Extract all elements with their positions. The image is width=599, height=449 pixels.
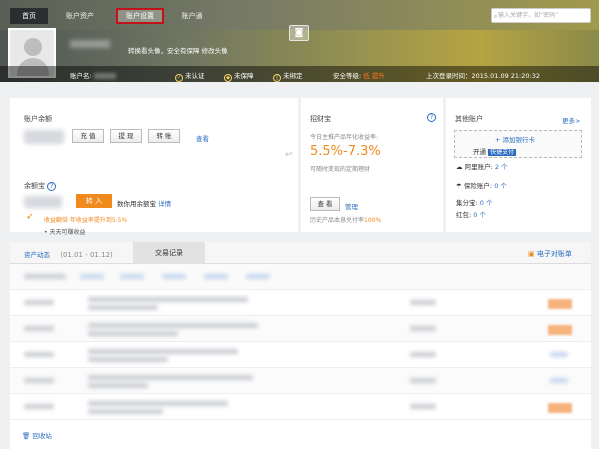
- other-more-link[interactable]: 更多>: [562, 115, 580, 125]
- status-verify[interactable]: ✓ 未认证: [175, 70, 205, 82]
- e-bill-link[interactable]: ▣ 电子对账单: [528, 249, 572, 259]
- withdraw-button[interactable]: 提 现: [110, 129, 142, 143]
- verify-icon: ✓: [175, 74, 183, 82]
- balance-amount-blurred: [24, 130, 64, 144]
- other-item-hongbao: 红包: 0 个: [456, 211, 486, 219]
- help-icon[interactable]: ?: [47, 182, 57, 191]
- zhaocaibao-sub: 今日主推产品年化收益率:: [310, 134, 379, 141]
- umbrella-icon: ☂: [456, 182, 462, 190]
- table-row[interactable]: [10, 368, 591, 394]
- refresh-icon[interactable]: ↩: [285, 150, 293, 160]
- yuebao-title: 余额宝 ?: [24, 181, 57, 191]
- zhaocaibao-manage-link[interactable]: 管理: [345, 201, 358, 211]
- rocket-icon: ➶: [26, 212, 34, 222]
- nav-account-settings[interactable]: 账户设置: [116, 8, 164, 24]
- records-tabs: 资产动态 (01.01 - 01.12) 交易记录 ▣ 电子对账单: [10, 242, 591, 264]
- yuebao-tip: 数你用余额宝 详情: [117, 200, 172, 208]
- zhaocaibao-note: 可随时变现的定期理财: [310, 166, 371, 173]
- table-row[interactable]: [10, 394, 591, 420]
- nav-account-pass[interactable]: 账户通: [172, 8, 212, 24]
- table-row[interactable]: [10, 290, 591, 316]
- nav-account-assets[interactable]: 账户资产: [58, 8, 102, 24]
- tab-trade-records[interactable]: 交易记录: [133, 242, 205, 264]
- balance-title: 账户余额: [24, 115, 52, 123]
- other-title: 其他账户: [455, 115, 483, 123]
- security-upgrade-link[interactable]: 提升: [372, 72, 385, 80]
- balance-card: [10, 98, 298, 232]
- zhaocaibao-title: 招财宝: [310, 115, 331, 123]
- user-name-blurred: [70, 40, 110, 48]
- trash-icon: 🗑: [22, 432, 31, 440]
- table-row[interactable]: [10, 342, 591, 368]
- yuebao-amount-blurred: [24, 196, 62, 208]
- bill-icon: ▣: [528, 250, 535, 258]
- transfer-in-button[interactable]: 转 入: [76, 194, 112, 208]
- search-icon: ⌕: [494, 13, 498, 20]
- status-bind[interactable]: ▯ 未绑定: [273, 70, 303, 82]
- phone-icon: ▯: [273, 74, 281, 82]
- recycle-bin-link[interactable]: 🗑 回收站: [22, 430, 52, 440]
- balance-view-link[interactable]: 查看: [196, 133, 209, 143]
- avatar-tip[interactable]: 转换看头像，安全有保障 修改头像: [128, 45, 228, 55]
- records-list: 🗑 回收站: [10, 264, 591, 449]
- yuebao-detail-link[interactable]: 详情: [158, 200, 171, 208]
- yuebao-promo-sub: • 天天可赚收益: [44, 229, 86, 236]
- search-input[interactable]: ⌕ 输入关键字，如“密码”: [491, 8, 591, 23]
- add-bank-card-box[interactable]: + 添加银行卡 开通 快捷支付: [454, 130, 582, 158]
- table-row[interactable]: [10, 316, 591, 342]
- shield-icon: ◆: [224, 74, 232, 82]
- zhaocaibao-history: 历史产品本息兑付率100%: [310, 217, 382, 224]
- tab-asset-dynamic[interactable]: 资产动态: [24, 251, 50, 259]
- nav-home[interactable]: 首页: [10, 8, 48, 24]
- security-level: 安全等级: 低 提升: [333, 72, 385, 80]
- zhaocaibao-view-button[interactable]: 查 看: [310, 197, 340, 211]
- security-value: 低: [363, 72, 370, 80]
- transfer-button[interactable]: 转 账: [148, 129, 180, 143]
- date-range: (01.01 - 01.12): [60, 251, 113, 259]
- last-login: 上次登录时间：2015.01.09 21:20:32: [426, 72, 540, 80]
- cloud-icon: ☁: [456, 163, 463, 171]
- table-header: [10, 264, 591, 290]
- camera-icon[interactable]: ◙: [289, 25, 309, 41]
- account-name-label: 账户名:: [70, 70, 116, 80]
- other-item-jifenbao: 集分宝: 0 个: [456, 199, 493, 207]
- quick-pay-badge: 快捷支付: [488, 149, 517, 156]
- yuebao-promo[interactable]: 收益翻倍 年收益率提升到5.5%: [44, 215, 127, 224]
- status-protect[interactable]: ◆ 未保障: [224, 70, 254, 82]
- other-item-insurance: ☂ 保险账户: 0 个: [456, 182, 507, 190]
- other-item-alibaba: ☁ 阿里账户: 2 个: [456, 163, 508, 171]
- recharge-button[interactable]: 充 值: [72, 129, 104, 143]
- add-card-link[interactable]: + 添加银行卡: [495, 134, 535, 144]
- zhaocaibao-rate: 5.5%-7.3%: [310, 144, 381, 159]
- help-icon[interactable]: ?: [427, 113, 436, 122]
